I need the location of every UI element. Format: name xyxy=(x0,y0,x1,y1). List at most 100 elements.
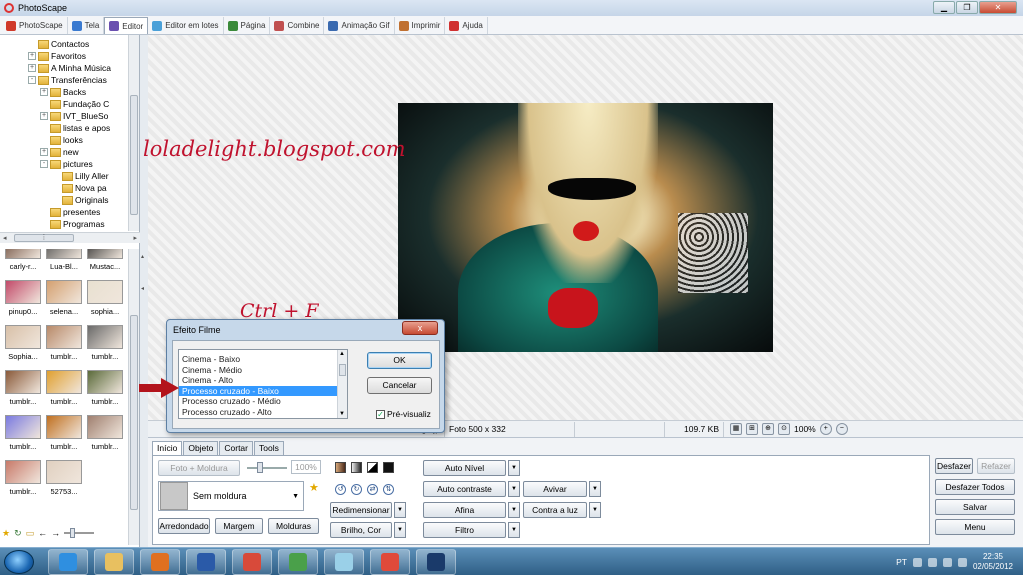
folder-icon[interactable]: ▭ xyxy=(26,528,35,539)
taskbar-app-messenger[interactable] xyxy=(278,549,318,575)
thumbnail[interactable]: tumblr... xyxy=(86,415,124,453)
resize-dropdown[interactable]: ▼ xyxy=(394,502,406,518)
frames-button[interactable]: Molduras xyxy=(268,518,319,534)
undo-all-button[interactable]: Desfazer Todos xyxy=(935,479,1015,495)
effect-list-item[interactable]: Velvia - Baixo xyxy=(179,417,347,418)
tab-4[interactable]: Página xyxy=(224,17,271,34)
effect-list-item[interactable]: Processo cruzado - Baixo xyxy=(179,385,347,396)
tab-tools[interactable]: Tools xyxy=(254,441,284,455)
forward-arrow-icon[interactable]: → xyxy=(51,528,60,538)
tab-5[interactable]: Combine xyxy=(270,17,325,34)
mirror-icon[interactable]: ⇅ xyxy=(383,484,394,495)
expand-icon[interactable]: + xyxy=(40,148,48,156)
sharpen-button[interactable]: Afina xyxy=(423,502,506,518)
dialog-close-button[interactable]: x xyxy=(402,321,438,335)
taskbar-app-file-explorer[interactable] xyxy=(94,549,134,575)
tree-item[interactable]: looks xyxy=(0,134,128,146)
sharpen-dropdown[interactable]: ▼ xyxy=(508,502,520,518)
effect-list-item[interactable]: Cinema - Médio xyxy=(179,365,347,376)
ok-button[interactable]: OK xyxy=(367,352,432,369)
resize-button[interactable]: Redimensionar xyxy=(330,502,392,518)
photo-frame-button[interactable]: Foto + Moldura xyxy=(158,460,240,476)
tree-item[interactable]: Nova pa xyxy=(0,182,128,194)
tree-item[interactable]: + Favoritos xyxy=(0,50,128,62)
tab-7[interactable]: Imprimir xyxy=(395,17,446,34)
thumbnail[interactable]: carly-r... xyxy=(4,249,42,273)
tab-inicio[interactable]: Início xyxy=(152,441,183,455)
tree-item[interactable]: Fundação C xyxy=(0,98,128,110)
thumbnail[interactable]: sophia... xyxy=(86,280,124,318)
cancel-button[interactable]: Cancelar xyxy=(367,377,432,394)
zoom-select-icon[interactable]: ⊙ xyxy=(778,423,790,435)
sidebar-collapse-strip[interactable]: ▴ ◂ xyxy=(140,35,148,547)
effect-list-item[interactable]: Cinema - Baixo xyxy=(179,354,347,365)
expand-icon[interactable]: + xyxy=(40,88,48,96)
favorite-star-icon[interactable]: ★ xyxy=(2,528,10,539)
tab-1[interactable]: Tela xyxy=(68,17,105,34)
backlight-dropdown[interactable]: ▼ xyxy=(589,502,601,518)
effect-list-item[interactable]: Processo cruzado - Médio xyxy=(179,396,347,407)
checkbox-icon[interactable]: ✓ xyxy=(376,409,385,419)
auto-level-button[interactable]: Auto Nível xyxy=(423,460,506,476)
tree-item[interactable]: + Backs xyxy=(0,86,128,98)
tab-2[interactable]: Editor xyxy=(104,17,149,34)
tree-item[interactable]: presentes xyxy=(0,206,128,218)
effect-list-scrollbar[interactable]: ▲ ▼ xyxy=(337,350,347,418)
margin-button[interactable]: Margem xyxy=(215,518,263,534)
thumbnail[interactable]: tumblr... xyxy=(4,415,42,453)
tree-item[interactable]: - Transferências xyxy=(0,74,128,86)
taskbar-app-internet-explorer[interactable] xyxy=(48,549,88,575)
taskbar-app-media-player[interactable] xyxy=(140,549,180,575)
close-button[interactable]: ✕ xyxy=(979,1,1017,14)
tree-item[interactable]: Programas xyxy=(0,218,128,230)
actual-size-icon[interactable]: ⊞ xyxy=(746,423,758,435)
rotate-left-icon[interactable]: ↺ xyxy=(335,484,346,495)
tree-item[interactable]: Originals xyxy=(0,194,128,206)
tree-item[interactable]: Lilly Aller xyxy=(0,170,128,182)
auto-contrast-dropdown[interactable]: ▼ xyxy=(508,481,520,497)
tab-8[interactable]: Ajuda xyxy=(445,17,488,34)
scroll-left-icon[interactable]: ◂ xyxy=(3,234,7,242)
taskbar-app-photoshop[interactable] xyxy=(416,549,456,575)
tree-item[interactable]: + IVT_BlueSo xyxy=(0,110,128,122)
scroll-down-icon[interactable]: ▼ xyxy=(339,411,345,417)
language-indicator[interactable]: PT xyxy=(896,557,907,567)
thumbnail-size-slider[interactable] xyxy=(64,528,95,538)
whiten-dropdown[interactable]: ▼ xyxy=(589,481,601,497)
thumbnail[interactable]: Sophia... xyxy=(4,325,42,363)
taskbar-app-word[interactable] xyxy=(186,549,226,575)
thumbnail[interactable]: tumblr... xyxy=(86,370,124,408)
menu-button[interactable]: Menu xyxy=(935,519,1015,535)
collapse-left-icon[interactable]: ◂ xyxy=(141,285,144,292)
thumbnail[interactable]: tumblr... xyxy=(4,460,42,498)
expand-icon[interactable]: + xyxy=(28,64,36,72)
thumbnail[interactable]: Mustac... xyxy=(86,249,124,273)
tab-6[interactable]: Animação Gif xyxy=(324,17,395,34)
brightness-color-dropdown[interactable]: ▼ xyxy=(394,522,406,538)
collapse-icon[interactable]: - xyxy=(28,76,36,84)
volume-icon[interactable] xyxy=(957,557,967,567)
back-arrow-icon[interactable]: ← xyxy=(38,528,47,538)
thumbnail-scrollbar[interactable] xyxy=(128,249,139,545)
auto-level-dropdown[interactable]: ▼ xyxy=(508,460,520,476)
fit-screen-icon[interactable]: ▦ xyxy=(730,423,742,435)
maximize-button[interactable]: ❐ xyxy=(956,1,978,14)
tree-item[interactable]: Contactos xyxy=(0,38,128,50)
scroll-right-icon[interactable]: ▸ xyxy=(133,234,137,242)
flip-icon[interactable]: ⇄ xyxy=(367,484,378,495)
round-button[interactable]: Arredondado xyxy=(158,518,210,534)
expand-icon[interactable]: + xyxy=(28,52,36,60)
edited-photo[interactable] xyxy=(398,103,773,352)
grayscale-icon[interactable] xyxy=(351,462,362,473)
auto-contrast-button[interactable]: Auto contraste xyxy=(423,481,506,497)
thumbnail[interactable]: 52753... xyxy=(45,460,83,498)
zoom-fit-icon[interactable]: ⊕ xyxy=(762,423,774,435)
undo-button[interactable]: Desfazer xyxy=(935,458,973,474)
negative-icon[interactable] xyxy=(383,462,394,473)
thumbnail[interactable]: tumblr... xyxy=(45,415,83,453)
minimize-button[interactable]: ▁ xyxy=(933,1,955,14)
zoom-out-icon[interactable]: − xyxy=(835,423,848,435)
tab-objeto[interactable]: Objeto xyxy=(183,441,219,455)
whiten-button[interactable]: Avivar xyxy=(523,481,587,497)
tree-item[interactable]: + new xyxy=(0,146,128,158)
